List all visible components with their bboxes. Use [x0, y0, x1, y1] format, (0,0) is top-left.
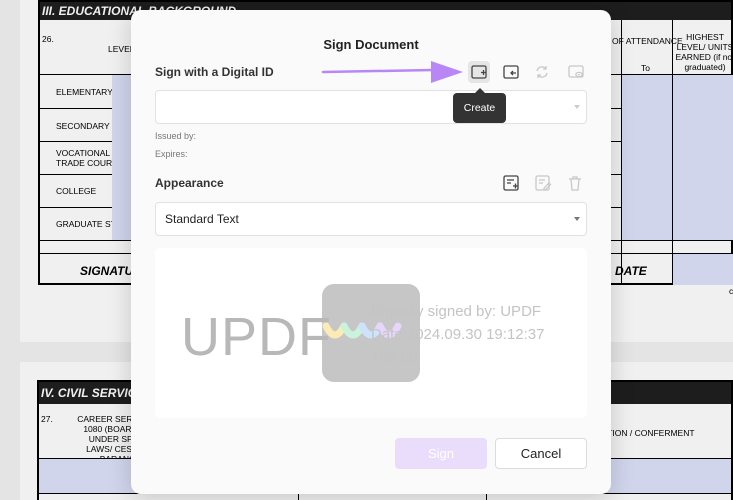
preview-logo-text: UPDF	[181, 307, 332, 367]
sign-document-dialog: Sign Document Sign with a Digital ID Cre…	[131, 10, 611, 494]
signature-details: Digitally signed by: UPDF Date:2024.09.3…	[371, 300, 581, 369]
edit-icon	[535, 175, 552, 191]
add-appearance-button[interactable]	[500, 172, 522, 194]
appearance-label: Appearance	[155, 176, 224, 190]
refresh-icon	[536, 66, 548, 78]
signature-preview: UPDF Digitally signed by: UPDF Date:2024…	[155, 248, 587, 418]
digital-id-label: Sign with a Digital ID	[155, 65, 274, 79]
create-id-button[interactable]	[468, 61, 490, 83]
view-id-button[interactable]	[565, 61, 587, 83]
add-list-icon	[503, 175, 519, 191]
create-tooltip: Create	[453, 93, 506, 123]
chevron-down-icon	[574, 217, 580, 221]
import-id-button[interactable]	[500, 61, 522, 83]
arrow-annotation	[321, 61, 463, 83]
sign-button[interactable]: Sign	[395, 438, 487, 469]
digital-id-select[interactable]	[155, 90, 587, 124]
delete-appearance-button[interactable]	[564, 172, 586, 194]
edit-appearance-button[interactable]	[532, 172, 554, 194]
dialog-title: Sign Document	[323, 37, 419, 52]
appearance-select[interactable]: Standard Text	[155, 202, 587, 236]
add-card-icon	[471, 65, 487, 79]
expires-label: Expires:	[155, 149, 188, 159]
signed-date-text: Date:2024.09.30 19:12:37	[371, 326, 545, 343]
trash-icon	[569, 176, 581, 191]
refresh-id-button[interactable]	[531, 61, 553, 83]
appearance-value: Standard Text	[165, 212, 239, 226]
timezone-text: +05:00	[371, 349, 418, 366]
chevron-down-icon	[574, 105, 580, 109]
signed-by-text: Digitally signed by: UPDF	[371, 303, 542, 320]
issued-by-label: Issued by:	[155, 131, 197, 141]
cancel-button[interactable]: Cancel	[495, 438, 587, 469]
import-icon	[503, 65, 519, 79]
view-certificate-icon	[568, 65, 584, 78]
